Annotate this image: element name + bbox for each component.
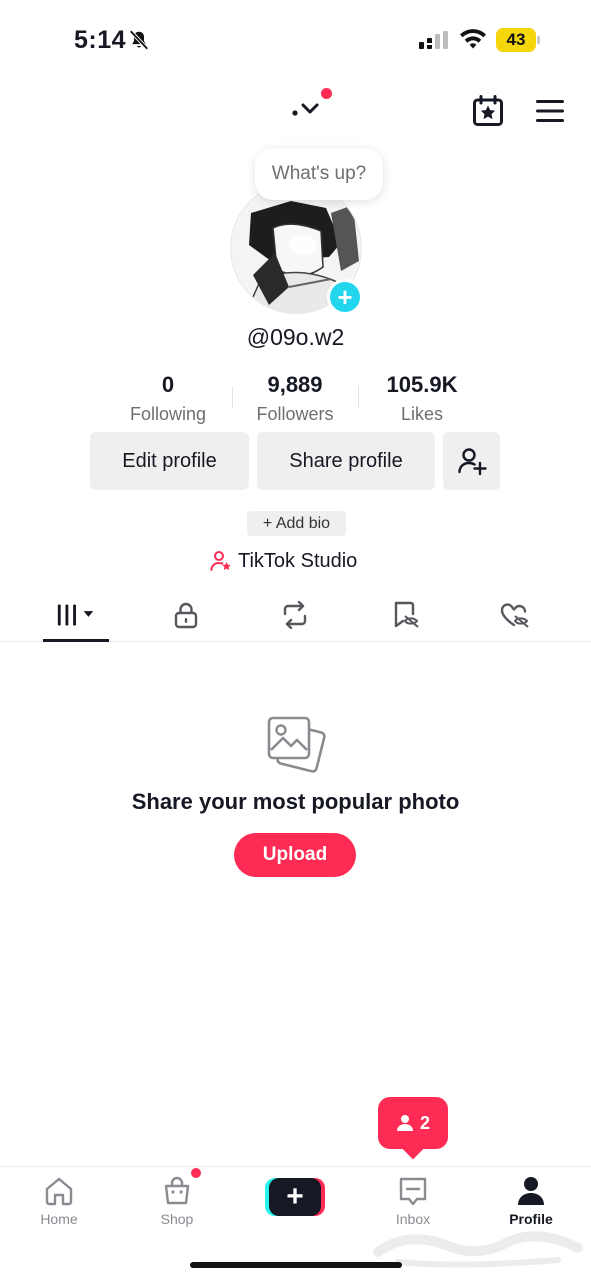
status-bar: 5:14 43 bbox=[0, 0, 591, 80]
tiktok-studio-link[interactable]: TikTok Studio bbox=[210, 548, 357, 574]
home-icon bbox=[45, 1177, 73, 1206]
shop-notification-dot bbox=[191, 1168, 201, 1178]
tab-liked[interactable] bbox=[493, 598, 537, 632]
add-person-icon bbox=[457, 448, 487, 476]
wifi-icon bbox=[460, 29, 486, 49]
status-time: 5:14 bbox=[74, 26, 127, 54]
stat-label: Likes bbox=[400, 404, 444, 424]
plus-icon: + bbox=[337, 282, 353, 312]
nav-home[interactable]: Home bbox=[19, 1175, 99, 1227]
calendar-star-icon[interactable] bbox=[472, 95, 504, 127]
person-icon bbox=[396, 1115, 413, 1131]
nav-shop[interactable]: Shop bbox=[137, 1175, 217, 1227]
stat-followers[interactable]: 9,889 Followers bbox=[245, 372, 345, 425]
stat-divider bbox=[232, 386, 233, 408]
share-profile-button[interactable]: Share profile bbox=[257, 432, 435, 490]
add-friends-button[interactable] bbox=[443, 432, 500, 490]
tab-private[interactable] bbox=[164, 598, 208, 632]
battery-level: 43 bbox=[506, 30, 526, 49]
inbox-icon bbox=[399, 1177, 427, 1206]
create-button[interactable]: + bbox=[265, 1178, 325, 1216]
stat-label: Followers bbox=[256, 404, 334, 424]
cellular-signal-icon bbox=[419, 31, 448, 49]
lock-icon bbox=[174, 602, 198, 629]
battery-indicator: 43 bbox=[496, 28, 540, 52]
nav-home-label: Home bbox=[40, 1211, 78, 1227]
active-tab-indicator bbox=[43, 639, 109, 642]
stat-value: 9,889 bbox=[267, 372, 323, 397]
nav-shop-label: Shop bbox=[160, 1211, 194, 1227]
switch-account-chevron-icon[interactable] bbox=[288, 96, 328, 122]
stat-value: 105.9K bbox=[386, 372, 458, 397]
tab-videos[interactable] bbox=[54, 598, 98, 632]
nav-profile[interactable]: Profile bbox=[491, 1175, 571, 1227]
stat-divider bbox=[358, 386, 359, 408]
follow-requests-popup[interactable]: 2 bbox=[378, 1097, 448, 1149]
upload-button[interactable]: Upload bbox=[234, 833, 356, 877]
stat-label: Following bbox=[129, 404, 207, 424]
create-plus-icon: + bbox=[269, 1178, 321, 1216]
note-bubble-text: What's up? bbox=[271, 163, 367, 184]
photos-icon bbox=[267, 716, 326, 773]
edit-profile-button[interactable]: Edit profile bbox=[90, 432, 249, 490]
tab-favorites[interactable] bbox=[384, 598, 428, 632]
stat-value: 0 bbox=[161, 372, 175, 397]
hamburger-menu-icon[interactable] bbox=[536, 99, 564, 123]
grid-videos-icon bbox=[57, 604, 94, 626]
home-indicator bbox=[190, 1262, 402, 1268]
creator-star-icon bbox=[210, 551, 231, 571]
heart-hidden-icon bbox=[500, 603, 529, 628]
note-bubble[interactable]: What's up? bbox=[255, 148, 383, 200]
nav-inbox[interactable]: Inbox bbox=[373, 1175, 453, 1227]
profile-person-icon bbox=[518, 1177, 544, 1205]
add-story-button[interactable]: + bbox=[327, 279, 363, 315]
tiktok-studio-label: TikTok Studio bbox=[238, 549, 358, 572]
empty-state-title: Share your most popular photo bbox=[131, 789, 460, 814]
stat-following[interactable]: 0 Following bbox=[118, 372, 218, 425]
profile-username: @09o.w2 bbox=[246, 324, 345, 350]
profile-content-tabs bbox=[0, 590, 591, 642]
repost-icon bbox=[283, 601, 307, 629]
tab-reposts[interactable] bbox=[273, 598, 317, 632]
follow-requests-count: 2 bbox=[419, 1112, 430, 1133]
shopping-bag-icon bbox=[164, 1176, 190, 1205]
bell-muted-icon bbox=[129, 30, 149, 50]
notification-dot bbox=[321, 88, 332, 99]
add-bio-button[interactable]: + Add bio bbox=[247, 511, 346, 536]
bookmark-hidden-icon bbox=[394, 601, 419, 628]
stat-likes[interactable]: 105.9K Likes bbox=[370, 372, 474, 425]
